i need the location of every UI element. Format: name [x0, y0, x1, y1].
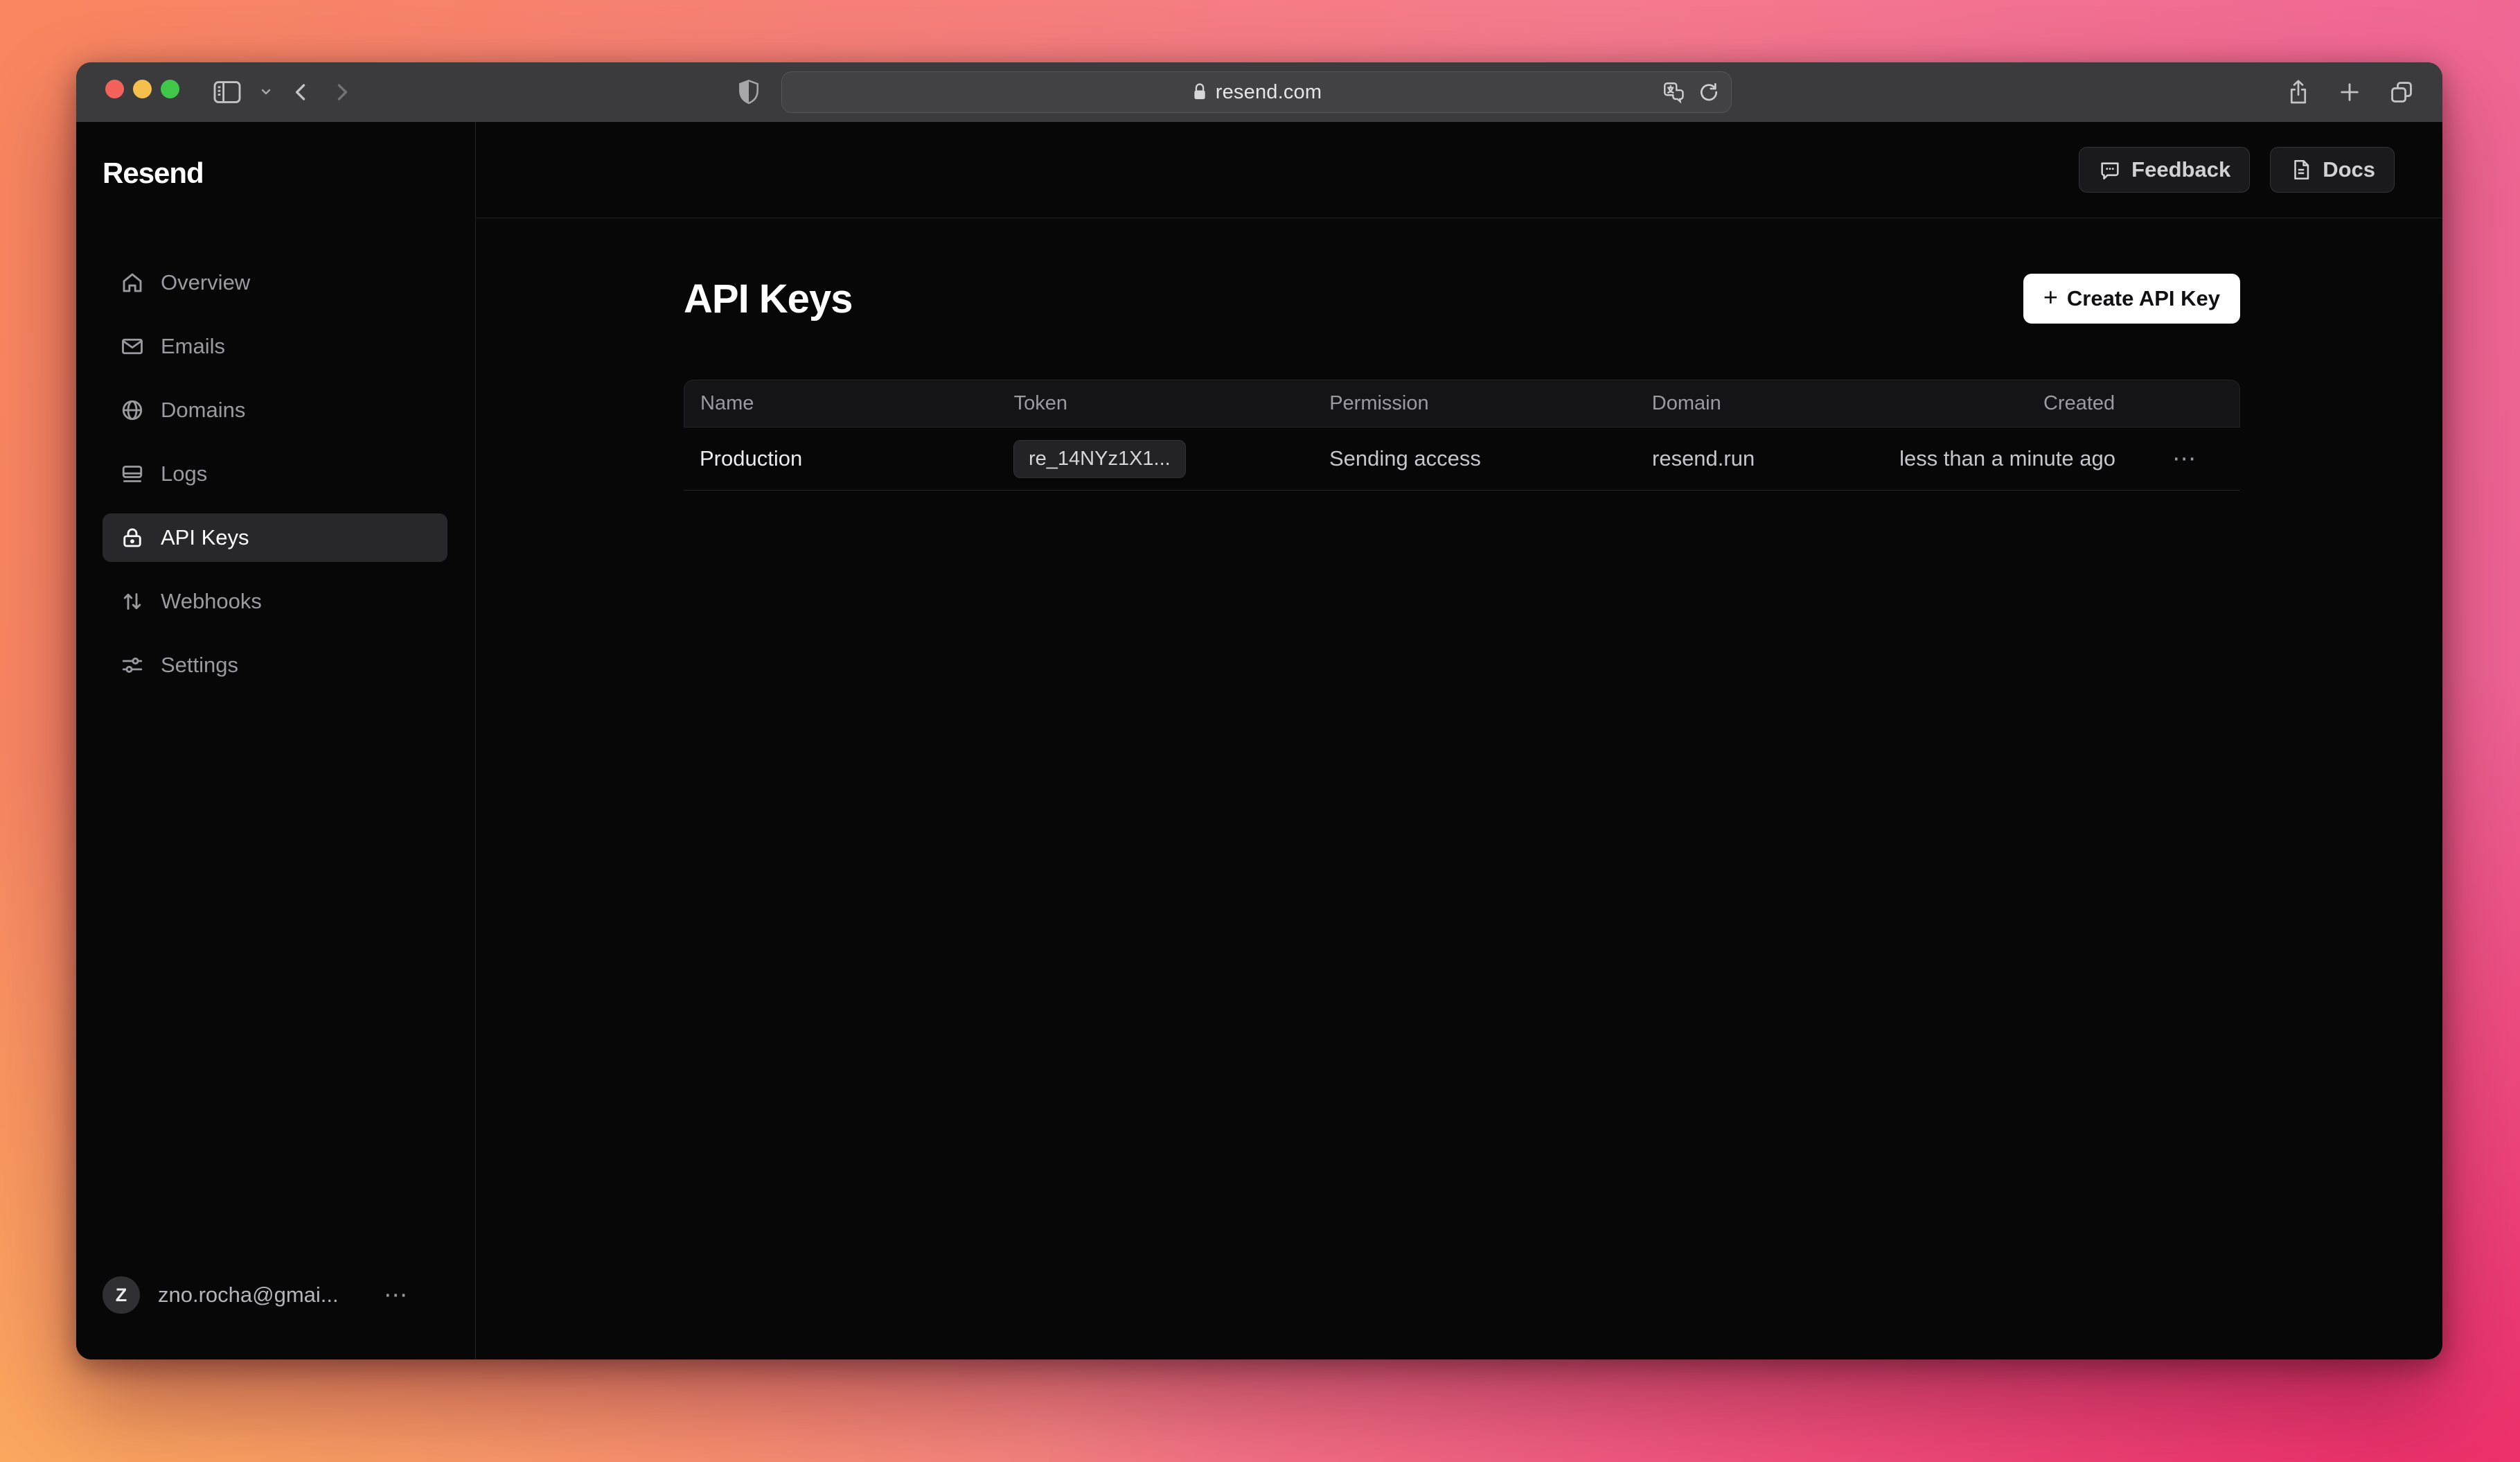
mail-icon: [119, 333, 145, 360]
page-topbar: Feedback Docs: [476, 122, 2442, 218]
browser-window: resend.com: [76, 62, 2442, 1359]
lock-icon: [119, 525, 145, 551]
column-header-domain: Domain: [1652, 392, 1885, 415]
address-bar[interactable]: resend.com: [781, 71, 1732, 113]
sidebar-item-overview[interactable]: Overview: [103, 258, 447, 307]
window-zoom-button[interactable]: [161, 80, 179, 98]
sidebar-item-label: Webhooks: [161, 589, 262, 614]
api-key-domain: resend.run: [1652, 446, 1885, 471]
home-icon: [119, 270, 145, 296]
back-icon[interactable]: [290, 80, 313, 104]
feedback-label: Feedback: [2131, 157, 2230, 182]
sidebar-item-domains[interactable]: Domains: [103, 386, 447, 434]
sidebar: Resend Overview: [76, 122, 476, 1359]
api-key-name: Production: [684, 446, 1013, 471]
account-ellipsis-icon[interactable]: ⋯: [384, 1281, 409, 1309]
sidebar-item-emails[interactable]: Emails: [103, 322, 447, 371]
sidebar-item-webhooks[interactable]: Webhooks: [103, 577, 447, 626]
sidebar-item-label: Overview: [161, 270, 250, 295]
feedback-bubble-icon: [2098, 158, 2122, 182]
docs-button[interactable]: Docs: [2270, 147, 2395, 193]
sliders-icon: [119, 652, 145, 678]
column-header-name: Name: [684, 392, 1014, 415]
sidebar-item-settings[interactable]: Settings: [103, 641, 447, 689]
account-menu[interactable]: Z zno.rocha@gmai... ⋯: [103, 1275, 447, 1315]
api-key-permission: Sending access: [1329, 446, 1652, 471]
row-ellipsis-menu-icon[interactable]: ⋯: [2172, 446, 2197, 472]
docs-file-icon: [2289, 158, 2313, 182]
avatar: Z: [103, 1276, 140, 1314]
sidebar-item-logs[interactable]: Logs: [103, 450, 447, 498]
sidebar-item-label: Domains: [161, 398, 245, 423]
url-text: resend.com: [1216, 81, 1322, 104]
sidebar-item-api-keys[interactable]: API Keys: [103, 513, 447, 562]
table-row: Production re_14NYz1X1... Sending access…: [684, 428, 2240, 491]
api-key-token-chip[interactable]: re_14NYz1X1...: [1013, 440, 1186, 478]
column-header-created: Created: [1884, 392, 2129, 415]
forward-icon[interactable]: [330, 80, 353, 104]
sidebar-item-label: Logs: [161, 461, 207, 486]
arrows-up-down-icon: [119, 588, 145, 615]
api-key-created: less than a minute ago: [1885, 446, 2129, 471]
sidebar-item-label: Settings: [161, 653, 238, 678]
lock-icon: [1191, 82, 1208, 102]
main-area: Feedback Docs API Keys: [476, 122, 2442, 1359]
chevron-down-icon[interactable]: [259, 85, 273, 99]
tab-overview-icon[interactable]: [2388, 79, 2415, 105]
table-header: Name Token Permission Domain Created: [684, 380, 2240, 428]
sidebar-nav: Overview Emails: [103, 258, 447, 689]
privacy-shield-icon[interactable]: [738, 62, 760, 122]
page-title: API Keys: [684, 276, 852, 322]
globe-icon: [119, 397, 145, 423]
new-tab-icon[interactable]: [2337, 80, 2362, 105]
plus-icon: +: [2043, 285, 2058, 310]
create-api-key-label: Create API Key: [2067, 286, 2220, 311]
translate-icon[interactable]: [1662, 80, 1685, 104]
window-minimize-button[interactable]: [133, 80, 152, 98]
api-keys-table: Name Token Permission Domain Created Pro…: [684, 380, 2240, 491]
sidebar-toggle-icon[interactable]: [212, 80, 242, 105]
feedback-button[interactable]: Feedback: [2079, 147, 2250, 193]
column-header-permission: Permission: [1329, 392, 1652, 415]
browser-toolbar: resend.com: [76, 62, 2442, 122]
column-header-token: Token: [1014, 392, 1330, 415]
docs-label: Docs: [2323, 157, 2375, 182]
create-api-key-button[interactable]: + Create API Key: [2023, 274, 2240, 324]
sidebar-item-label: Emails: [161, 334, 225, 359]
reload-icon[interactable]: [1698, 81, 1720, 103]
sidebar-item-label: API Keys: [161, 525, 249, 550]
account-email: zno.rocha@gmai...: [158, 1283, 339, 1307]
resend-logo: Resend: [103, 157, 204, 190]
window-close-button[interactable]: [105, 80, 124, 98]
share-icon[interactable]: [2286, 78, 2311, 106]
logs-icon: [119, 461, 145, 487]
